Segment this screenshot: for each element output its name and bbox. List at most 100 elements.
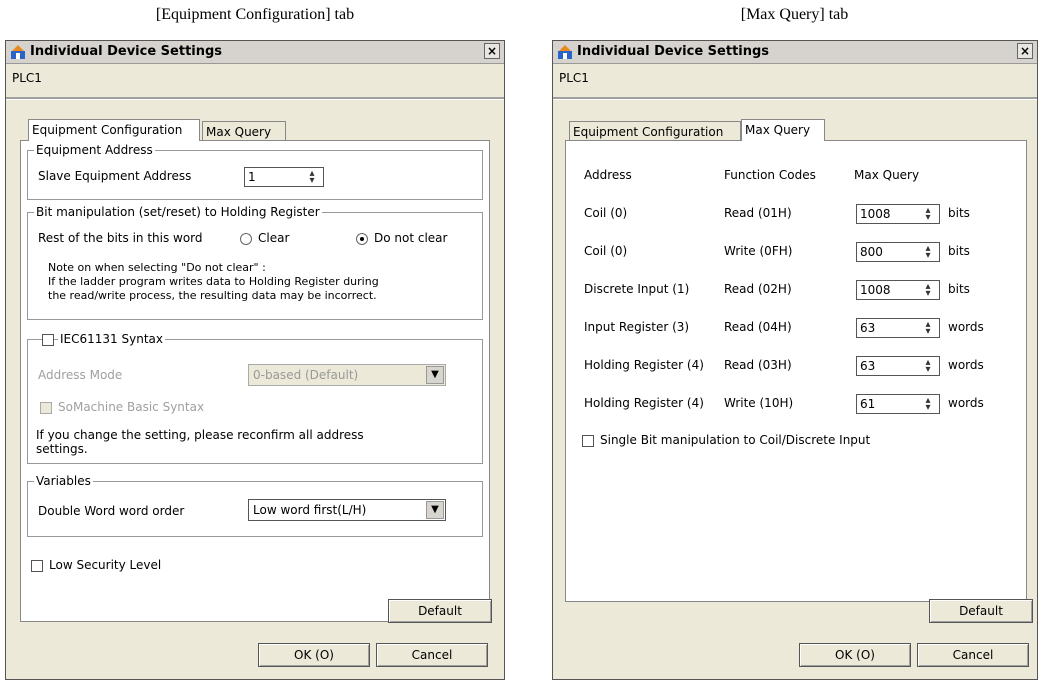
low-security-checkbox[interactable] — [31, 560, 43, 572]
title-bar[interactable]: Individual Device Settings × — [6, 41, 504, 64]
spinner-arrows-icon[interactable]: ▴ ▾ — [919, 396, 937, 413]
divider — [553, 97, 1037, 100]
row-function: Read (02H) — [724, 282, 792, 296]
note-title: Note on when selecting "Do not clear" : — [48, 261, 266, 274]
note-line: If the ladder program writes data to Hol… — [48, 275, 379, 288]
slave-address-spinner[interactable]: 1 ▴ ▾ — [244, 167, 324, 187]
spinner-arrows-icon[interactable]: ▴ ▾ — [303, 169, 321, 186]
max-query-value: 63 — [860, 359, 876, 373]
chevron-down-icon: ▼ — [426, 366, 444, 384]
row-unit: bits — [948, 282, 970, 296]
spinner-arrows-icon[interactable]: ▴ ▾ — [919, 282, 937, 299]
variables-group: Variables Double Word word order Low wor… — [27, 474, 483, 537]
max-query-value: 800 — [860, 245, 883, 259]
cancel-button[interactable]: Cancel — [917, 643, 1029, 667]
row-function: Read (04H) — [724, 320, 792, 334]
single-bit-label[interactable]: Single Bit manipulation to Coil/Discrete… — [600, 433, 870, 447]
max-query-spinner[interactable]: 800 ▴ ▾ — [856, 242, 940, 262]
spinner-arrows-icon[interactable]: ▴ ▾ — [919, 244, 937, 261]
do-not-clear-radio-label[interactable]: Do not clear — [374, 231, 447, 245]
dword-order-value: Low word first(L/H) — [253, 503, 367, 517]
tab-max-query[interactable]: Max Query — [202, 121, 286, 141]
chevron-down-icon[interactable]: ▼ — [426, 501, 444, 519]
max-query-spinner[interactable]: 63 ▴ ▾ — [856, 356, 940, 376]
group-label: Variables — [34, 474, 93, 488]
clear-radio[interactable] — [240, 233, 252, 245]
row-function: Write (0FH) — [724, 244, 793, 258]
note-line: the read/write process, the resulting da… — [48, 289, 377, 302]
spinner-arrows-icon[interactable]: ▴ ▾ — [919, 358, 937, 375]
app-logo-icon — [11, 45, 25, 59]
max-query-spinner[interactable]: 1008 ▴ ▾ — [856, 280, 940, 300]
max-query-value: 63 — [860, 321, 876, 335]
tab-panel: Equipment Address Slave Equipment Addres… — [20, 140, 490, 622]
max-query-spinner[interactable]: 61 ▴ ▾ — [856, 394, 940, 414]
title-bar[interactable]: Individual Device Settings × — [553, 41, 1037, 64]
row-function: Read (03H) — [724, 358, 792, 372]
app-logo-icon — [558, 45, 572, 59]
right-caption: [Max Query] tab — [740, 6, 849, 23]
row-address: Input Register (3) — [584, 320, 690, 334]
iec61131-group: IEC61131 Syntax Address Mode 0-based (De… — [27, 332, 483, 464]
dword-order-select[interactable]: Low word first(L/H) ▼ — [248, 499, 446, 521]
spinner-arrows-icon[interactable]: ▴ ▾ — [919, 206, 937, 223]
single-bit-checkbox[interactable] — [582, 435, 594, 447]
max-query-value: 61 — [860, 397, 876, 411]
iec61131-checkbox[interactable] — [42, 334, 54, 346]
header-function-codes: Function Codes — [724, 168, 816, 182]
dialog-title: Individual Device Settings — [577, 44, 770, 59]
row-function: Write (10H) — [724, 396, 794, 410]
row-unit: words — [948, 358, 984, 372]
ok-button[interactable]: OK (O) — [799, 643, 911, 667]
dialog-title: Individual Device Settings — [30, 44, 223, 59]
low-security-label[interactable]: Low Security Level — [49, 558, 161, 572]
iec61131-label[interactable]: IEC61131 Syntax — [58, 332, 165, 346]
row-address: Coil (0) — [584, 206, 628, 220]
row-address: Holding Register (4) — [584, 396, 704, 410]
header-max-query: Max Query — [854, 168, 920, 182]
address-mode-value: 0-based (Default) — [253, 368, 359, 382]
device-name: PLC1 — [12, 71, 42, 85]
max-query-value: 1008 — [860, 207, 891, 221]
rest-of-bits-label: Rest of the bits in this word — [38, 231, 203, 245]
somachine-label: SoMachine Basic Syntax — [58, 400, 205, 414]
header-address: Address — [584, 168, 632, 182]
row-unit: bits — [948, 206, 970, 220]
cancel-button[interactable]: Cancel — [376, 643, 488, 667]
row-function: Read (01H) — [724, 206, 792, 220]
default-button[interactable]: Default — [929, 599, 1033, 623]
address-mode-label: Address Mode — [38, 368, 123, 382]
row-address: Discrete Input (1) — [584, 282, 690, 296]
ok-button[interactable]: OK (O) — [258, 643, 370, 667]
do-not-clear-radio[interactable] — [356, 233, 368, 245]
dialog-equipment-configuration: Individual Device Settings × PLC1 Equipm… — [5, 40, 505, 680]
row-address: Holding Register (4) — [584, 358, 704, 372]
spinner-arrows-icon[interactable]: ▴ ▾ — [919, 320, 937, 337]
max-query-spinner[interactable]: 63 ▴ ▾ — [856, 318, 940, 338]
close-icon[interactable]: × — [1017, 43, 1033, 59]
left-caption: [Equipment Configuration] tab — [155, 6, 355, 23]
group-label: Equipment Address — [34, 143, 155, 157]
clear-radio-label[interactable]: Clear — [258, 231, 289, 245]
address-mode-select: 0-based (Default) ▼ — [248, 364, 446, 386]
slave-address-value: 1 — [248, 170, 256, 184]
dialog-max-query: Individual Device Settings × PLC1 Equipm… — [552, 40, 1038, 680]
row-unit: words — [948, 320, 984, 334]
max-query-spinner[interactable]: 1008 ▴ ▾ — [856, 204, 940, 224]
row-address: Coil (0) — [584, 244, 628, 258]
tab-equipment-configuration[interactable]: Equipment Configuration — [28, 119, 200, 141]
device-name: PLC1 — [559, 71, 589, 85]
row-unit: bits — [948, 244, 970, 258]
divider — [6, 97, 504, 100]
bit-manipulation-group: Bit manipulation (set/reset) to Holding … — [27, 205, 483, 320]
dword-order-label: Double Word word order — [38, 504, 185, 518]
group-label: Bit manipulation (set/reset) to Holding … — [34, 205, 322, 219]
tab-panel: Address Function Codes Max Query Coil (0… — [565, 140, 1027, 602]
row-unit: words — [948, 396, 984, 410]
equipment-address-group: Equipment Address Slave Equipment Addres… — [27, 143, 483, 200]
tab-equipment-configuration[interactable]: Equipment Configuration — [569, 121, 741, 141]
default-button[interactable]: Default — [388, 599, 492, 623]
close-icon[interactable]: × — [484, 43, 500, 59]
reconfirm-note: If you change the setting, please reconf… — [36, 428, 364, 442]
tab-max-query[interactable]: Max Query — [741, 119, 825, 141]
